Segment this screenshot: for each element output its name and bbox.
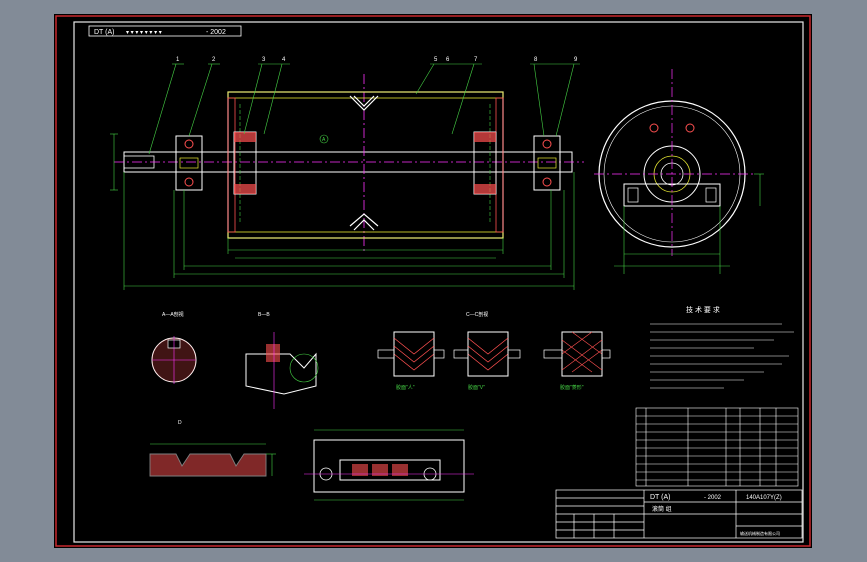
part-number-3: 3	[262, 57, 266, 63]
section-label-b: B—B	[258, 312, 270, 318]
title-drawing-no: 140A107Y(Z)	[746, 495, 782, 501]
title-year: - 2002	[704, 495, 722, 501]
view-label-herringbone: 胶面"人"	[396, 384, 415, 391]
part-number-8: 8	[534, 57, 538, 63]
cad-viewport[interactable]: DT (A) ▾ ▾ ▾ ▾ ▾ ▾ ▾ ▾ - 2002 1 2 3 4 5 …	[0, 0, 867, 562]
part-number-7: 7	[474, 57, 478, 63]
tech-title: 技 术 要 求	[686, 305, 720, 314]
code-box: DT (A) ▾ ▾ ▾ ▾ ▾ ▾ ▾ ▾ - 2002	[88, 25, 242, 37]
drawing-canvas[interactable]: DT (A) ▾ ▾ ▾ ▾ ▾ ▾ ▾ ▾ - 2002 1 2 3 4 5 …	[54, 14, 812, 548]
section-b-b: B—B	[245, 312, 319, 409]
section-label-a: A—A剖视	[162, 311, 184, 318]
parts-list	[635, 407, 799, 487]
title-company: 输送机械制造有限公司	[740, 530, 780, 536]
part-number-9: 9	[574, 57, 578, 63]
pulley-side-view	[594, 69, 764, 274]
title-name: 滚筒 组	[652, 505, 672, 513]
detail-d-plate: D	[149, 420, 276, 477]
view-label-v: 胶面"V"	[468, 384, 485, 391]
drawing-sheet: DT (A) ▾ ▾ ▾ ▾ ▾ ▾ ▾ ▾ - 2002 1 2 3 4 5 …	[55, 15, 811, 547]
technical-requirements: 技 术 要 求	[650, 305, 794, 389]
title-code: DT (A)	[650, 494, 670, 501]
part-number-1: 1	[176, 57, 180, 63]
code-label: DT (A)	[94, 29, 114, 36]
section-label-d: D	[178, 420, 182, 426]
part-number-5: 5	[434, 57, 438, 63]
datum-label: A	[322, 137, 326, 143]
title-block: DT (A) - 2002 滚筒 组 140A107Y(Z) 输送机械制造有限公…	[555, 489, 803, 539]
part-number-6: 6	[446, 57, 450, 63]
pulley-main-view	[114, 74, 584, 252]
detail-mount-plate	[304, 429, 474, 501]
part-number-2: 2	[212, 57, 216, 63]
code-dots: ▾ ▾ ▾ ▾ ▾ ▾ ▾ ▾	[126, 30, 162, 36]
dimension-lines	[110, 133, 575, 290]
section-a-a: A—A剖视	[151, 311, 197, 384]
section-c-c: C—C剖视 胶面"人" 胶面"V" 胶面"菱形"	[377, 311, 611, 391]
section-label-c: C—C剖视	[466, 311, 488, 318]
view-label-diamond: 胶面"菱形"	[560, 384, 584, 391]
code-year: - 2002	[206, 29, 226, 36]
part-number-4: 4	[282, 57, 286, 63]
